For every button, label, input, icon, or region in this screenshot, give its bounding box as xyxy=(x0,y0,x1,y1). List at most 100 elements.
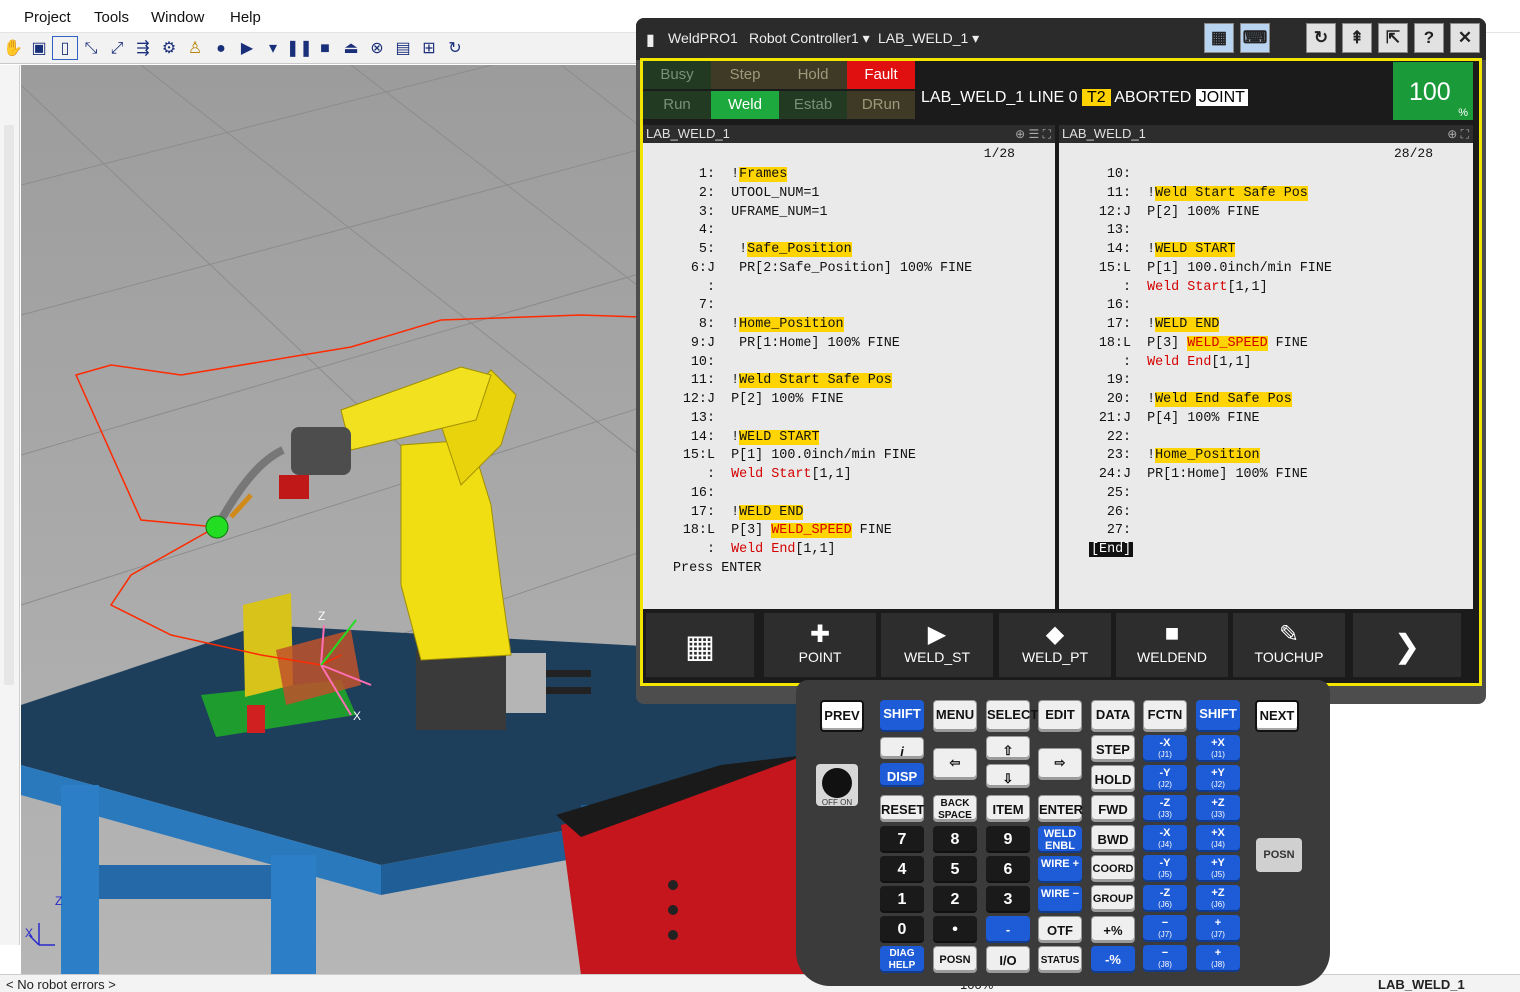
digit-9-key[interactable]: 9 xyxy=(986,826,1030,853)
program-line[interactable]: 4: xyxy=(643,222,972,241)
record-icon[interactable]: ● xyxy=(208,37,234,61)
point-key[interactable]: ✚ POINT xyxy=(764,613,876,677)
hold-key[interactable]: HOLD xyxy=(1091,765,1135,792)
otf-key[interactable]: OTF xyxy=(1038,916,1082,943)
program-line[interactable]: 17: !WELD END xyxy=(1059,316,1332,335)
program-line[interactable]: 14: !WELD START xyxy=(643,429,972,448)
weld-pt-key[interactable]: ◆ WELD_PT xyxy=(999,613,1111,677)
program-line[interactable]: 13: xyxy=(643,410,972,429)
program-dropdown[interactable]: LAB_WELD_1 ▾ xyxy=(878,30,979,47)
io-key[interactable]: I/O xyxy=(986,946,1030,973)
jog-minusZ-j6-key[interactable]: -Z (J6) xyxy=(1143,885,1187,912)
display-icon[interactable]: ▤ xyxy=(390,37,416,61)
fctn-key[interactable]: FCTN xyxy=(1143,700,1187,732)
digit-7-key[interactable]: 7 xyxy=(880,826,924,853)
data-key[interactable]: DATA xyxy=(1091,700,1135,732)
program-line[interactable]: 15:L P[1] 100.0inch/min FINE xyxy=(1059,260,1332,279)
undock-icon[interactable]: ⇱ xyxy=(1378,23,1408,53)
pin-icon[interactable]: ⇞ xyxy=(1342,23,1372,53)
program-line[interactable]: 24:J PR[1:Home] 100% FINE xyxy=(1059,466,1332,485)
touchup-key[interactable]: ✎ TOUCHUP xyxy=(1233,613,1345,677)
tcp-marker[interactable] xyxy=(205,515,229,539)
wire-minus-key[interactable]: WIRE − xyxy=(1038,886,1082,913)
program-line[interactable]: : Weld End[1,1] xyxy=(643,541,972,560)
posn-side-button[interactable]: POSN xyxy=(1256,838,1302,872)
program-line[interactable]: 5: !Safe_Position xyxy=(643,241,972,260)
program-line[interactable]: 16: xyxy=(643,485,972,504)
jog-plusY-j2-key[interactable]: +Y (J2) xyxy=(1196,765,1240,792)
program-line[interactable]: 1: !Frames xyxy=(643,166,972,185)
program-line[interactable]: : xyxy=(643,279,972,298)
digit-6-key[interactable]: 6 xyxy=(986,856,1030,883)
refresh-icon[interactable]: ↻ xyxy=(442,37,468,61)
weldend-key[interactable]: ■ WELDEND xyxy=(1116,613,1228,677)
bwd-key[interactable]: BWD xyxy=(1091,825,1135,852)
eject-icon[interactable]: ⏏ xyxy=(338,37,364,61)
left-program-pane[interactable]: LAB_WELD_1 ⊕ ☰ ⛶ 1/28 1: !Frames 2: UTOOL_… xyxy=(643,125,1055,609)
camera-icon[interactable]: ▣ xyxy=(26,37,52,61)
jog-minusY-j5-key[interactable]: -Y (J5) xyxy=(1143,855,1187,882)
coord-key[interactable]: COORD xyxy=(1091,855,1135,882)
menu-key[interactable]: MENU xyxy=(933,700,977,732)
move-icon[interactable]: ⇶ xyxy=(130,37,156,61)
plugins-icon[interactable]: ⊞ xyxy=(416,37,442,61)
select-key[interactable]: SELECT xyxy=(986,700,1038,732)
jog-minus-j7-key[interactable]: − (J7) xyxy=(1143,915,1187,942)
pendant-keypad-icon[interactable]: ⌨ xyxy=(1240,23,1270,53)
program-line[interactable]: 2: UTOOL_NUM=1 xyxy=(643,185,972,204)
controller-dropdown[interactable]: Robot Controller1 ▾ xyxy=(749,30,870,47)
weld-enable-key[interactable]: WELD ENBL xyxy=(1038,826,1082,853)
jog-frame-icon[interactable]: ⤢ xyxy=(104,37,130,61)
jog-plusY-j5-key[interactable]: +Y (J5) xyxy=(1196,855,1240,882)
jog-plusZ-j6-key[interactable]: +Z (J6) xyxy=(1196,885,1240,912)
program-line[interactable]: 25: xyxy=(1059,485,1332,504)
program-line[interactable]: 13: xyxy=(1059,222,1332,241)
program-line[interactable]: 21:J P[4] 100% FINE xyxy=(1059,410,1332,429)
menu-grid-key[interactable]: ▦ xyxy=(646,613,754,677)
hand-icon[interactable]: ✋ xyxy=(0,37,26,61)
jog-minus-j8-key[interactable]: − (J8) xyxy=(1143,945,1187,972)
menu-window[interactable]: Window xyxy=(151,9,204,26)
step-key[interactable]: STEP xyxy=(1091,735,1135,762)
program-line[interactable]: 6:J PR[2:Safe_Position] 100% FINE xyxy=(643,260,972,279)
close-icon[interactable]: ✕ xyxy=(1450,23,1480,53)
digit-3-key[interactable]: 3 xyxy=(986,886,1030,913)
pendant-keyboard-icon[interactable]: ▦ xyxy=(1204,23,1234,53)
digit-5-key[interactable]: 5 xyxy=(933,856,977,883)
wire-plus-key[interactable]: WIRE + xyxy=(1038,856,1082,883)
reset-key[interactable]: RESET xyxy=(880,795,924,822)
stop-icon[interactable]: ■ xyxy=(312,37,338,61)
menu-tools[interactable]: Tools xyxy=(94,9,129,26)
program-line[interactable]: 15:L P[1] 100.0inch/min FINE xyxy=(643,447,972,466)
program-line[interactable]: : Weld End[1,1] xyxy=(1059,354,1332,373)
person-icon[interactable]: ♙ xyxy=(182,37,208,61)
program-line[interactable]: 8: !Home_Position xyxy=(643,316,972,335)
enable-dial[interactable]: OFF ON xyxy=(816,764,858,807)
teach-pendant-icon[interactable]: ▯ xyxy=(52,36,78,60)
program-line[interactable]: 18:L P[3] WELD_SPEED FINE xyxy=(643,522,972,541)
digit-dot-key[interactable]: • xyxy=(933,916,977,943)
reset-view-icon[interactable]: ↻ xyxy=(1306,23,1336,53)
digit-4-key[interactable]: 4 xyxy=(880,856,924,883)
program-line[interactable]: 23: !Home_Position xyxy=(1059,447,1332,466)
shift-key-1[interactable]: SHIFT xyxy=(880,700,924,732)
prev-key[interactable]: PREV xyxy=(820,700,864,732)
program-line[interactable]: 10: xyxy=(643,354,972,373)
menu-help[interactable]: Help xyxy=(230,9,261,26)
step-icon[interactable]: ▾ xyxy=(260,37,286,61)
jog-minusX-j1-key[interactable]: -X (J1) xyxy=(1143,735,1187,762)
jog-minusX-j4-key[interactable]: -X (J4) xyxy=(1143,825,1187,852)
program-line[interactable]: 11: !Weld Start Safe Pos xyxy=(643,372,972,391)
program-line[interactable]: 26: xyxy=(1059,504,1332,523)
plus-percent-key[interactable]: +% xyxy=(1091,916,1135,943)
down-arrow-key[interactable]: ⇩ xyxy=(986,764,1030,788)
jog-plusX-j1-key[interactable]: +X (J1) xyxy=(1196,735,1240,762)
weld-st-key[interactable]: ▶ WELD_ST xyxy=(881,613,993,677)
edit-key[interactable]: EDIT xyxy=(1038,700,1082,732)
jog-minusY-j2-key[interactable]: -Y (J2) xyxy=(1143,765,1187,792)
minus-percent-key[interactable]: -% xyxy=(1091,946,1135,973)
jog-plus-j8-key[interactable]: + (J8) xyxy=(1196,945,1240,972)
item-key[interactable]: ITEM xyxy=(986,795,1030,822)
program-line[interactable]: 10: xyxy=(1059,166,1332,185)
status-key[interactable]: STATUS xyxy=(1038,946,1082,973)
